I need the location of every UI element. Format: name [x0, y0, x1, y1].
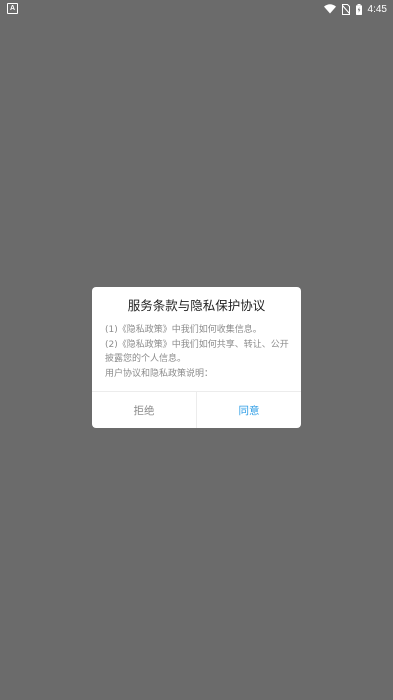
- dialog-title: 服务条款与隐私保护协议: [127, 298, 266, 313]
- dialog-body: (1)《隐私政策》中我们如何收集信息。 (2)《隐私政策》中我们如何共享、转让、…: [105, 323, 291, 381]
- app-badge-icon: A: [7, 3, 18, 14]
- dialog-line-share: (2)《隐私政策》中我们如何共享、转让、公开披露您的个人信息。: [105, 339, 289, 365]
- wifi-icon: [323, 4, 336, 14]
- no-sim-icon: [341, 3, 350, 15]
- dialog-actions: 拒绝 同意: [92, 391, 301, 428]
- dialog-line-agreement: 用户协议和隐私政策说明：: [105, 368, 214, 379]
- dialog-line-collect: (1)《隐私政策》中我们如何收集信息。: [105, 325, 262, 335]
- battery-icon: [355, 3, 362, 15]
- agree-button[interactable]: 同意: [197, 392, 301, 428]
- privacy-dialog: 服务条款与隐私保护协议 (1)《隐私政策》中我们如何收集信息。 (2)《隐私政策…: [92, 287, 301, 428]
- status-bar: A 4:45: [0, 0, 393, 18]
- status-icons: 4:45: [323, 1, 387, 17]
- status-time: 4:45: [367, 3, 387, 15]
- reject-button[interactable]: 拒绝: [92, 392, 197, 428]
